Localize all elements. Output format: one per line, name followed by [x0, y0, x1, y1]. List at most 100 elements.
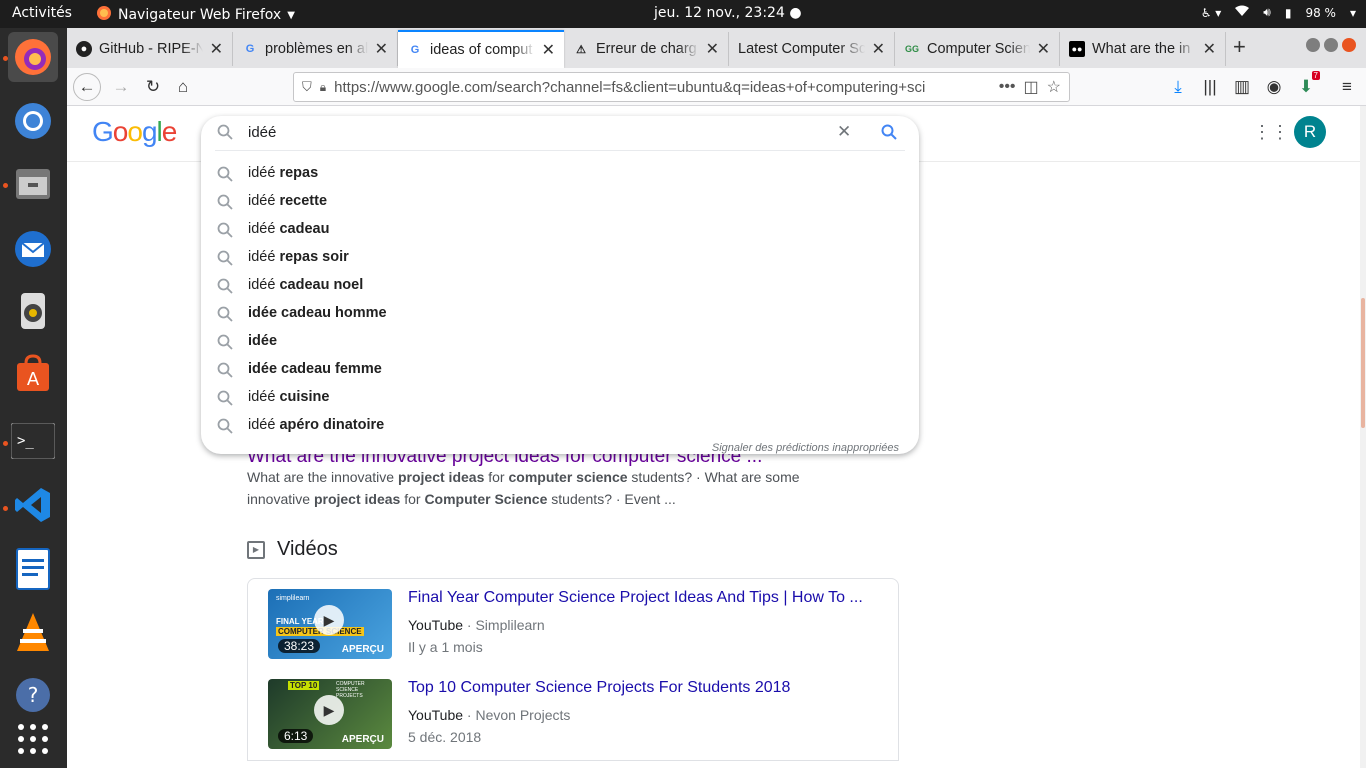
suggestion-text[interactable]: idée cadeau femme — [248, 361, 382, 377]
firefox-icon — [96, 5, 112, 25]
tab-medium[interactable]: ●● What are the in ✕ — [1060, 32, 1226, 66]
suggestion-text[interactable]: idée cadeau homme — [248, 305, 387, 321]
close-icon[interactable]: ✕ — [1203, 39, 1216, 59]
tab-google-ideas[interactable]: G ideas of comput ✕ — [398, 30, 564, 68]
video-card[interactable]: TOP 10 COMPUTER SCIENCE PROJECTS ▶ 6:13 … — [247, 669, 899, 761]
close-icon[interactable]: ✕ — [706, 39, 719, 59]
suggestion-text[interactable]: idéé repas soir — [248, 249, 349, 265]
suggestion-text[interactable]: idéé cadeau noel — [248, 277, 363, 293]
play-icon[interactable]: ▶ — [314, 605, 344, 635]
video-thumbnail[interactable]: simplilearn FINAL YEAR COMPUTER SCIENCE … — [268, 589, 392, 659]
firefox-icon[interactable] — [8, 32, 58, 82]
close-window-button[interactable] — [1342, 38, 1356, 52]
suggestion-text[interactable]: idéé cuisine — [248, 389, 329, 405]
accessibility-icon[interactable]: ♿ ▾ — [1201, 6, 1222, 20]
wifi-icon — [1235, 5, 1250, 20]
clear-icon[interactable]: ✕ — [837, 122, 851, 142]
tab-erreur[interactable]: ⚠ Erreur de charg ✕ — [564, 32, 729, 66]
sidebar-icon[interactable]: ▥ — [1228, 73, 1256, 101]
suggestion-item[interactable]: idéé cadeau — [201, 216, 919, 244]
new-tab-button[interactable]: + — [1233, 34, 1246, 60]
tab-latest-computer[interactable]: Latest Computer Sc ✕ — [729, 32, 895, 66]
tab-github[interactable]: ● GitHub - RIPE-N ✕ — [67, 32, 233, 66]
libreoffice-writer-icon[interactable] — [8, 544, 58, 594]
video-thumbnail[interactable]: TOP 10 COMPUTER SCIENCE PROJECTS ▶ 6:13 … — [268, 679, 392, 749]
page-content: Google ⋮⋮⋮ R idéé ✕ idéé repas idéé recet… — [67, 106, 1366, 768]
suggestion-item[interactable]: idée — [201, 328, 919, 356]
extension-icon[interactable]: ⬇ 7 — [1292, 71, 1320, 101]
vscode-icon[interactable] — [8, 480, 58, 530]
files-icon[interactable] — [8, 158, 58, 208]
video-title[interactable]: Top 10 Computer Science Projects For Stu… — [408, 679, 790, 697]
terminal-icon[interactable]: >_ — [8, 416, 58, 466]
suggestion-item[interactable]: idéé repas soir — [201, 244, 919, 272]
search-input[interactable]: idéé — [248, 124, 276, 141]
scrollbar[interactable] — [1360, 106, 1366, 768]
play-icon[interactable]: ▶ — [314, 695, 344, 725]
chromium-icon[interactable] — [8, 96, 58, 146]
software-center-icon[interactable]: A — [8, 348, 58, 398]
suggestion-text[interactable]: idéé recette — [248, 193, 327, 209]
help-icon[interactable]: ? — [8, 670, 58, 720]
medium-icon: ●● — [1069, 41, 1085, 57]
report-predictions-link[interactable]: Signaler des prédictions inappropriées — [712, 442, 899, 454]
hamburger-menu-icon[interactable]: ≡ — [1333, 73, 1361, 101]
close-icon[interactable]: ✕ — [872, 39, 885, 59]
suggestion-text[interactable]: idéé repas — [248, 165, 318, 181]
reload-button[interactable]: ↻ — [139, 73, 167, 101]
close-icon[interactable]: ✕ — [1037, 39, 1050, 59]
url-text[interactable]: https://www.google.com/search?channel=fs… — [334, 79, 991, 96]
rhythmbox-icon[interactable] — [8, 286, 58, 336]
vlc-icon[interactable] — [8, 608, 58, 658]
activities-button[interactable]: Activités — [12, 5, 72, 21]
preview-label[interactable]: APERÇU — [342, 734, 384, 745]
suggestion-item[interactable]: idéé cadeau noel — [201, 272, 919, 300]
minimize-button[interactable] — [1306, 38, 1320, 52]
account-icon[interactable]: ◉ — [1260, 73, 1288, 101]
suggestion-item[interactable]: idéé apéro dinatoire — [201, 412, 919, 440]
bookmark-star-icon[interactable]: ☆ — [1047, 77, 1061, 97]
download-icon[interactable]: ⤓ — [1164, 73, 1192, 101]
tab-title: GitHub - RIPE-N — [99, 41, 203, 57]
suggestion-item[interactable]: idée cadeau femme — [201, 356, 919, 384]
url-bar[interactable]: ⛉ 🔒︎ https://www.google.com/search?chann… — [293, 72, 1070, 102]
close-icon[interactable]: ✕ — [542, 40, 555, 60]
preview-label[interactable]: APERÇU — [342, 644, 384, 655]
app-menu[interactable]: Navigateur Web Firefox ▼ — [96, 5, 295, 25]
video-card[interactable]: simplilearn FINAL YEAR COMPUTER SCIENCE … — [247, 578, 899, 670]
suggestion-item[interactable]: idéé repas — [201, 160, 919, 188]
page-actions-icon[interactable]: ••• — [999, 78, 1016, 96]
avatar[interactable]: R — [1294, 116, 1326, 148]
tab-computer-science[interactable]: GG Computer Scien ✕ — [895, 32, 1060, 66]
lock-icon[interactable]: 🔒︎ — [320, 80, 326, 95]
maximize-button[interactable] — [1324, 38, 1338, 52]
clock[interactable]: jeu. 12 nov., 23:24 ● — [654, 5, 802, 21]
chevron-down-icon: ▼ — [287, 9, 295, 21]
suggestion-text[interactable]: idéé apéro dinatoire — [248, 417, 384, 433]
home-icon[interactable]: ⌂ — [169, 73, 197, 101]
app-grid-icon[interactable] — [8, 714, 58, 764]
close-icon[interactable]: ✕ — [210, 39, 223, 59]
video-source: YouTube · Simplilearn — [408, 617, 545, 633]
library-icon[interactable]: ||| — [1196, 73, 1224, 101]
suggestion-item[interactable]: idéé cuisine — [201, 384, 919, 412]
suggestion-text[interactable]: idée — [248, 333, 277, 349]
suggestion-text[interactable]: idéé cadeau — [248, 221, 329, 237]
battery-icon: ▮ — [1284, 5, 1292, 20]
search-button[interactable] — [881, 124, 897, 145]
suggestion-item[interactable]: idée cadeau homme — [201, 300, 919, 328]
tab-google-problemes[interactable]: G problèmes en al ✕ — [233, 32, 398, 66]
system-tray[interactable]: ♿ ▾ 🔊︎ ▮ 98 % ▾ — [1201, 5, 1356, 20]
shield-icon[interactable]: ⛉ — [302, 79, 312, 95]
suggestion-item[interactable]: idéé recette — [201, 188, 919, 216]
close-icon[interactable]: ✕ — [375, 39, 388, 59]
github-icon: ● — [76, 41, 92, 57]
video-title[interactable]: Final Year Computer Science Project Idea… — [408, 589, 863, 607]
back-button[interactable]: ← — [73, 73, 101, 101]
pocket-icon[interactable]: ◫ — [1024, 77, 1039, 97]
thunderbird-icon[interactable] — [8, 224, 58, 274]
google-logo[interactable]: Google — [92, 116, 177, 148]
forward-button[interactable]: → — [107, 73, 135, 101]
scrollbar-thumb[interactable] — [1361, 298, 1365, 428]
tab-title: What are the in — [1092, 41, 1191, 57]
